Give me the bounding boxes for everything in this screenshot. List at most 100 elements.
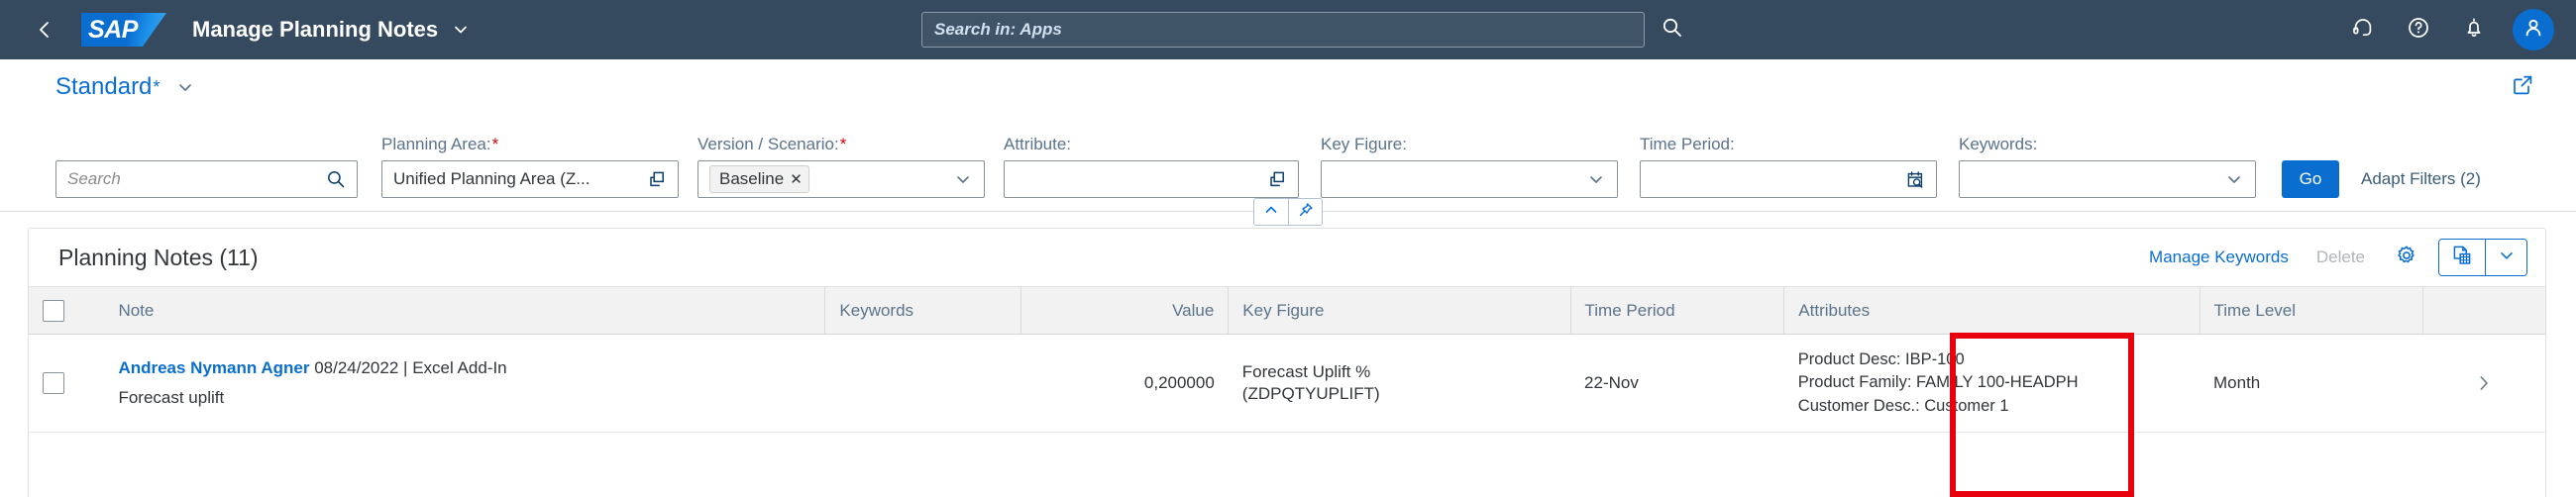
column-header-time-level[interactable]: Time Level — [2200, 286, 2424, 335]
chevron-down-icon[interactable] — [1583, 166, 1609, 192]
column-header-key-figure[interactable]: Key Figure — [1228, 286, 1571, 335]
attribute-label: Product Family: — [1797, 373, 1912, 392]
note-separator: | — [403, 358, 408, 378]
attribute-label: Product Desc: — [1797, 350, 1901, 368]
user-avatar-icon — [2522, 16, 2545, 45]
attribute-label: Customer Desc.: — [1797, 396, 1920, 415]
column-header-attributes[interactable]: Attributes — [1783, 286, 2200, 335]
manage-keywords-button[interactable]: Manage Keywords — [2135, 248, 2303, 267]
table-title: Planning Notes (11) — [58, 244, 259, 270]
version-scenario-token[interactable]: Baseline ✕ — [709, 165, 809, 193]
variant-modified-marker: * — [153, 77, 161, 97]
cell-navigation — [2422, 334, 2545, 434]
column-header-note[interactable]: Note — [104, 286, 826, 335]
calendar-search-icon[interactable] — [1902, 166, 1928, 192]
filter-field-time-period: Time Period: — [1640, 135, 1937, 198]
sap-logo[interactable]: SAP — [81, 12, 166, 48]
variant-row: Standard * — [0, 59, 2576, 115]
row-navigate-button[interactable] — [2437, 374, 2531, 392]
remove-token-icon[interactable]: ✕ — [790, 172, 803, 187]
value-help-icon[interactable] — [644, 166, 670, 192]
app-title-menu[interactable]: Manage Planning Notes — [192, 17, 470, 43]
column-header-keywords[interactable]: Keywords — [824, 286, 1021, 335]
filter-field-attribute: Attribute: — [1004, 135, 1299, 198]
note-author[interactable]: Andreas Nymann Agner — [118, 358, 309, 377]
planning-area-value: Unified Planning Area (Z... — [393, 169, 590, 188]
key-figure-id: (ZDPQTYUPLIFT) — [1241, 384, 1380, 404]
attribute-value: Customer 1 — [1924, 396, 2009, 415]
variant-name: Standard — [55, 73, 153, 100]
table-settings-button[interactable] — [2387, 240, 2426, 275]
search-icon[interactable] — [323, 166, 349, 192]
shell-search-input[interactable] — [934, 20, 1632, 40]
select-all-checkbox[interactable] — [43, 299, 64, 322]
column-header-time-period[interactable]: Time Period — [1570, 286, 1785, 335]
chevron-down-icon[interactable] — [2221, 166, 2247, 192]
filter-label-version-scenario: Version / Scenario:* — [698, 135, 847, 153]
delete-button[interactable]: Delete — [2303, 248, 2379, 267]
support-button[interactable] — [2342, 9, 2384, 50]
filter-field-key-figure: Key Figure: — [1321, 135, 1618, 198]
attribute-value: FAMILY 100-HEADPH — [1916, 373, 2079, 392]
export-split-button — [2438, 239, 2527, 276]
note-text: Forecast uplift — [118, 388, 225, 408]
user-avatar[interactable] — [2513, 9, 2554, 50]
pin-icon — [1298, 202, 1314, 223]
back-navigation-button[interactable] — [26, 11, 63, 49]
time-period-input[interactable] — [1640, 160, 1937, 198]
adapt-filters-link[interactable]: Adapt Filters (2) — [2361, 160, 2481, 198]
cell-note: Andreas Nymann Agner 08/24/2022 | Excel … — [104, 334, 825, 434]
filter-label-search — [55, 135, 358, 154]
collapse-filter-bar-button[interactable] — [1254, 199, 1288, 225]
keywords-input[interactable] — [1959, 160, 2256, 198]
filter-bar: Search Planning Area:* Unified Planning … — [0, 115, 2576, 198]
row-select-cell — [29, 334, 105, 434]
cell-value: 0,200000 — [1020, 334, 1229, 434]
attribute-value: IBP-100 — [1905, 350, 1965, 368]
attribute-line: Product Family: FAMILY 100-HEADPH — [1798, 371, 2186, 394]
pin-filter-bar-button[interactable] — [1288, 199, 1322, 225]
shell-search-button[interactable] — [1657, 14, 1688, 46]
share-button[interactable] — [2505, 69, 2540, 105]
chevron-left-icon — [35, 20, 54, 40]
notifications-bell-icon — [2462, 16, 2486, 45]
filter-actions-spacer — [2282, 135, 2481, 154]
key-figure-input[interactable] — [1321, 160, 1618, 198]
chevron-down-icon[interactable] — [950, 166, 976, 192]
version-scenario-input[interactable]: Baseline ✕ — [698, 160, 985, 198]
attribute-line: Customer Desc.: Customer 1 — [1798, 395, 2186, 418]
export-options-button[interactable] — [2485, 240, 2526, 275]
go-button[interactable]: Go — [2282, 160, 2339, 198]
chevron-up-icon — [1263, 202, 1279, 223]
planning-area-input[interactable]: Unified Planning Area (Z... — [381, 160, 679, 198]
share-export-icon — [2511, 73, 2534, 102]
attribute-input[interactable] — [1004, 160, 1299, 198]
required-marker: * — [491, 135, 499, 153]
table-row[interactable]: Andreas Nymann Agner 08/24/2022 | Excel … — [29, 334, 2545, 434]
notifications-button[interactable] — [2453, 9, 2495, 50]
cell-keywords — [824, 334, 1021, 434]
column-header-navigation — [2422, 286, 2545, 335]
filter-label-time-period: Time Period: — [1640, 135, 1735, 153]
column-header-value[interactable]: Value — [1020, 286, 1230, 335]
chevron-down-icon — [452, 21, 470, 39]
value-help-icon[interactable] — [1264, 166, 1290, 192]
shell-header-actions — [2342, 0, 2554, 59]
note-source: Excel Add-In — [412, 358, 507, 378]
select-all-header — [29, 286, 105, 335]
export-to-spreadsheet-icon — [2450, 244, 2474, 272]
attribute-line: Product Desc: IBP-100 — [1798, 348, 2186, 371]
search-icon — [1662, 17, 1683, 44]
shell-search-field[interactable] — [921, 12, 1645, 48]
search-input-placeholder: Search — [67, 169, 121, 188]
export-to-spreadsheet-button[interactable] — [2439, 240, 2485, 275]
help-button[interactable] — [2398, 9, 2439, 50]
cell-key-figure: Forecast Uplift % (ZDPQTYUPLIFT) — [1228, 334, 1571, 434]
filter-field-version-scenario: Version / Scenario:* Baseline ✕ — [698, 135, 985, 198]
variant-selector[interactable]: Standard * — [55, 73, 195, 101]
row-checkbox[interactable] — [43, 372, 64, 395]
filter-actions: Go Adapt Filters (2) — [2282, 135, 2481, 198]
filter-label-key-figure: Key Figure: — [1321, 135, 1407, 153]
filter-label-attribute: Attribute: — [1004, 135, 1072, 153]
search-input[interactable]: Search — [55, 160, 358, 198]
